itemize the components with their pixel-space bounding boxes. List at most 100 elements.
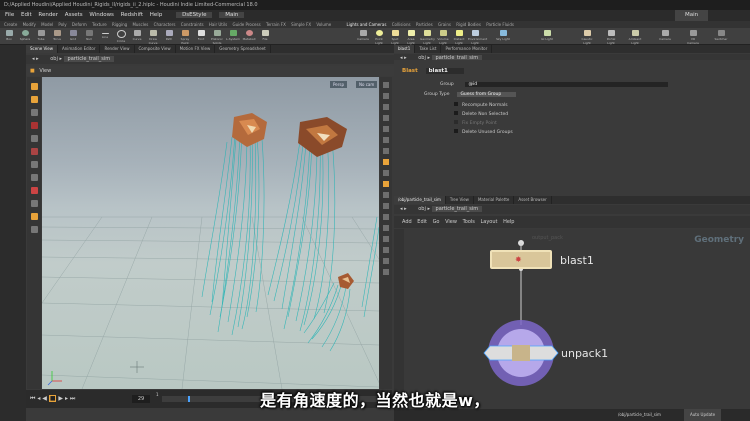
- tab-blast1[interactable]: blast1: [394, 45, 416, 53]
- brush-tool-icon[interactable]: [30, 174, 38, 181]
- light-tab[interactable]: Collisions: [392, 22, 411, 27]
- shelf-tab[interactable]: Deform: [72, 22, 87, 27]
- menu-file[interactable]: File: [5, 12, 14, 18]
- point-light-tool[interactable]: Point Light: [372, 30, 386, 45]
- forward-icon[interactable]: ▸: [36, 56, 39, 62]
- back-icon[interactable]: ◂: [400, 206, 403, 212]
- magnet-tool-icon[interactable]: [30, 187, 38, 194]
- scene-viewport[interactable]: Persp No cam: [42, 77, 379, 389]
- shelf-tab[interactable]: Hair Utils: [209, 22, 227, 27]
- light-tab[interactable]: Grains: [438, 22, 451, 27]
- tab-tree-view[interactable]: Tree View: [446, 196, 474, 204]
- unpack-node-label[interactable]: unpack1: [561, 347, 608, 360]
- menu-edit[interactable]: Edit: [417, 219, 427, 225]
- checkbox-row[interactable]: Delete Non Selected: [454, 111, 508, 117]
- display-option-icon[interactable]: [383, 225, 389, 231]
- tab-geometry-spreadsheet[interactable]: Geometry Spreadsheet: [215, 45, 271, 53]
- display-option-icon[interactable]: [383, 269, 389, 275]
- path-node[interactable]: particle_trail_sim: [431, 206, 483, 212]
- network-editor[interactable]: Geometry output_pack ✸ blast1 unpack1: [394, 229, 750, 409]
- blast-node-label[interactable]: blast1: [560, 254, 594, 267]
- light-tab[interactable]: Particle Fluids: [486, 22, 514, 27]
- snap-tool-icon[interactable]: [30, 200, 38, 207]
- scale-tool-icon[interactable]: [30, 148, 38, 155]
- tab-take-list[interactable]: Take List: [415, 45, 442, 53]
- volume-light-tool[interactable]: Volume Light: [436, 30, 450, 45]
- sphere-tool[interactable]: Sphere: [18, 30, 32, 43]
- handle-tool-icon[interactable]: [30, 109, 38, 116]
- geometry-light-tool[interactable]: Geometry Light: [420, 30, 435, 45]
- metaball-tool[interactable]: Metaball: [242, 30, 256, 43]
- display-option-icon[interactable]: [383, 214, 389, 220]
- portal-light-tool[interactable]: Portal Light: [604, 30, 618, 45]
- light-tab[interactable]: Rigid Bodies: [456, 22, 481, 27]
- tab-performance-monitor[interactable]: Performance Monitor: [441, 45, 493, 53]
- display-option-icon[interactable]: [383, 192, 389, 198]
- ambient-light-tool[interactable]: Ambient Light: [628, 30, 642, 45]
- menu-add[interactable]: Add: [402, 219, 412, 225]
- display-option-icon[interactable]: [383, 115, 389, 121]
- menu-tools[interactable]: Tools: [463, 219, 475, 225]
- menu-go[interactable]: Go: [433, 219, 440, 225]
- menu-view[interactable]: View: [445, 219, 457, 225]
- checkbox-icon[interactable]: [454, 120, 458, 124]
- path-node[interactable]: particle_trail_sim: [63, 56, 115, 62]
- shelf-tab[interactable]: Modify: [23, 22, 36, 27]
- shelf-tab[interactable]: Poly: [58, 22, 66, 27]
- display-option-icon[interactable]: [383, 148, 389, 154]
- display-option-icon[interactable]: [383, 170, 389, 176]
- cam-select[interactable]: No cam: [356, 81, 378, 88]
- menu-render[interactable]: Render: [38, 12, 58, 18]
- platonic-tool[interactable]: Platonic Solids: [210, 30, 224, 45]
- shelf-tab[interactable]: Muscles: [132, 22, 148, 27]
- rotate-tool-icon[interactable]: [30, 135, 38, 142]
- curve-tool[interactable]: Curve: [130, 30, 144, 43]
- display-option-icon[interactable]: [383, 159, 389, 165]
- lsystem-tool[interactable]: L-System: [226, 30, 240, 43]
- display-option-icon[interactable]: [383, 258, 389, 264]
- shelf-tab[interactable]: Constraints: [181, 22, 204, 27]
- menu-windows[interactable]: Windows: [89, 12, 114, 18]
- display-option-icon[interactable]: [383, 181, 389, 187]
- checkbox-icon[interactable]: [454, 111, 458, 115]
- shelf-tab[interactable]: Volume: [316, 22, 331, 27]
- file-tool[interactable]: File: [258, 30, 272, 43]
- checkbox-row[interactable]: Fix Empty Point: [454, 120, 497, 126]
- path-network[interactable]: obj: [418, 206, 426, 212]
- caustic-light-tool[interactable]: Caustic Light: [580, 30, 594, 45]
- area-light-tool[interactable]: Area Light: [404, 30, 418, 45]
- line-tool[interactable]: Line: [98, 30, 112, 43]
- checkbox-row[interactable]: Delete Unused Groups: [454, 129, 513, 135]
- shelf-tab[interactable]: Rigging: [112, 22, 127, 27]
- pose-tool-icon[interactable]: [30, 161, 38, 168]
- view-tool-icon[interactable]: [30, 96, 38, 103]
- light-tab[interactable]: Particles: [416, 22, 433, 27]
- mode-select-right[interactable]: Main: [675, 10, 709, 21]
- render-tool-icon[interactable]: [30, 213, 38, 220]
- group-type-select[interactable]: Guess from Group: [457, 92, 517, 97]
- shelf-tab[interactable]: Terrain FX: [266, 22, 286, 27]
- display-option-icon[interactable]: [383, 203, 389, 209]
- tab-animation-editor[interactable]: Animation Editor: [58, 45, 101, 53]
- checkbox-icon[interactable]: [454, 102, 458, 106]
- shelf-tab[interactable]: Texture: [92, 22, 107, 27]
- tab-scene-view[interactable]: Scene View: [26, 45, 58, 53]
- circle-tool[interactable]: Circle: [114, 30, 128, 43]
- shelf-tab[interactable]: Create: [4, 22, 17, 27]
- display-option-icon[interactable]: [383, 82, 389, 88]
- node-name-field[interactable]: blast1: [425, 68, 464, 74]
- menu-help[interactable]: Help: [150, 12, 163, 18]
- sky-light-tool[interactable]: Sky Light: [496, 30, 510, 43]
- spray-paint-tool[interactable]: Spray Paint: [178, 30, 192, 45]
- display-option-icon[interactable]: [383, 93, 389, 99]
- path-tool[interactable]: Path: [162, 30, 176, 43]
- menu-layout[interactable]: Layout: [480, 219, 497, 225]
- grid-tool[interactable]: Grid: [66, 30, 80, 43]
- environment-light-tool[interactable]: Environment Light: [468, 30, 487, 45]
- move-tool-icon[interactable]: [30, 122, 38, 129]
- camera-menu[interactable]: Persp: [330, 81, 347, 88]
- tube-tool[interactable]: Tube: [34, 30, 48, 43]
- shelf-tab[interactable]: Model: [41, 22, 53, 27]
- display-option-icon[interactable]: [383, 247, 389, 253]
- box-tool[interactable]: Box: [2, 30, 16, 43]
